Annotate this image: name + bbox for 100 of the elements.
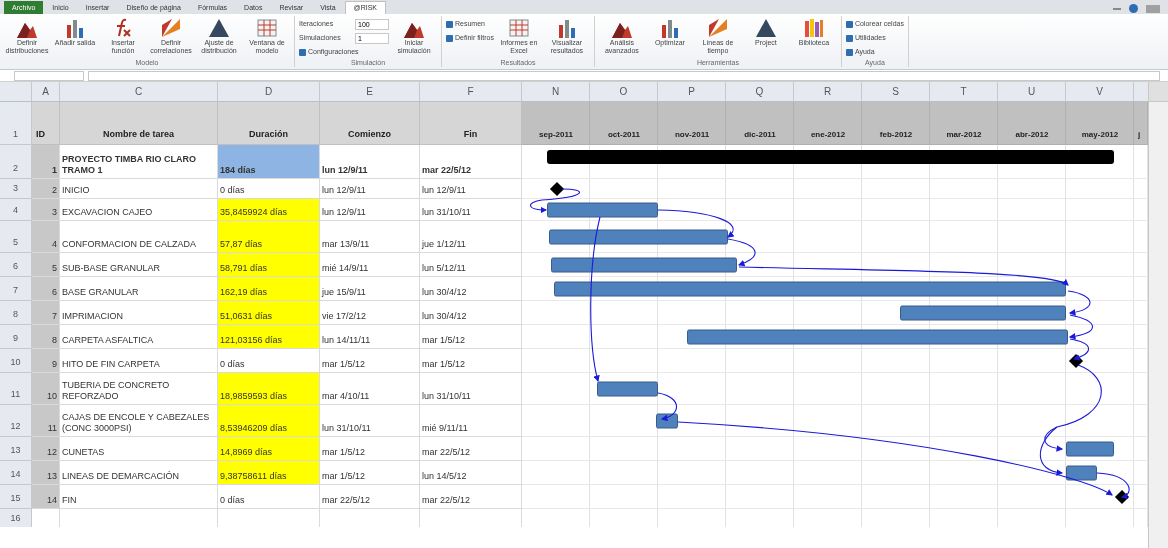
column-header[interactable]: T — [930, 82, 998, 101]
month-label: nov-2011 — [673, 129, 711, 141]
id-cell: 14 — [32, 485, 60, 509]
row-header[interactable]: 7 — [0, 277, 32, 301]
start-date-cell: vie 17/2/12 — [320, 301, 420, 325]
row-header[interactable]: 2 — [0, 145, 32, 179]
triangle-icon — [208, 17, 230, 39]
start-date-cell: lun 12/9/11 — [320, 199, 420, 221]
column-header[interactable]: C — [60, 82, 218, 101]
end-date-cell: mar 1/5/12 — [420, 325, 522, 349]
minimize-ribbon-icon[interactable] — [1113, 7, 1121, 10]
id-cell: 11 — [32, 405, 60, 437]
id-cell: 6 — [32, 277, 60, 301]
row-header[interactable]: 4 — [0, 199, 32, 221]
end-date-cell: mar 1/5/12 — [420, 349, 522, 373]
month-label: oct-2011 — [607, 129, 641, 141]
duration-cell: 57,87 días — [218, 221, 320, 253]
task-bar — [1066, 441, 1115, 456]
month-label: sep-2011 — [538, 129, 574, 141]
dependency-arrow — [1069, 338, 1090, 361]
header-cell: Comienzo — [320, 102, 420, 145]
id-cell: 3 — [32, 199, 60, 221]
column-header[interactable]: Q — [726, 82, 794, 101]
task-name-cell: INICIO — [60, 179, 218, 199]
end-date-cell: jue 1/12/11 — [420, 221, 522, 253]
id-cell: 2 — [32, 179, 60, 199]
header-cell: ID — [32, 102, 60, 145]
row-header[interactable]: 12 — [0, 405, 32, 437]
column-header[interactable]: R — [794, 82, 862, 101]
row-header[interactable]: 10 — [0, 349, 32, 373]
row-header[interactable]: 9 — [0, 325, 32, 349]
end-date-cell: lun 31/10/11 — [420, 199, 522, 221]
task-name-cell: FIN — [60, 485, 218, 509]
header-cell: Duración — [218, 102, 320, 145]
column-header[interactable]: F — [420, 82, 522, 101]
name-box[interactable] — [14, 70, 84, 81]
start-date-cell: mar 13/9/11 — [320, 221, 420, 253]
month-label: abr-2012 — [1014, 129, 1050, 141]
dependency-arrow — [529, 188, 581, 214]
row-header[interactable]: 15 — [0, 485, 32, 509]
end-date-cell: lun 31/10/11 — [420, 373, 522, 405]
month-label: may-2012 — [1080, 129, 1120, 141]
duration-cell: 0 días — [218, 485, 320, 509]
column-header[interactable]: V — [1066, 82, 1134, 101]
header-cell: Fin — [420, 102, 522, 145]
end-date-cell: lun 14/5/12 — [420, 461, 522, 485]
column-header[interactable]: N — [522, 82, 590, 101]
start-date-cell: lun 31/10/11 — [320, 405, 420, 437]
start-date-cell: mar 1/5/12 — [320, 461, 420, 485]
start-date-cell: mié 14/9/11 — [320, 253, 420, 277]
month-label: ene-2012 — [809, 129, 847, 141]
row-header[interactable]: 6 — [0, 253, 32, 277]
formula-bar-field[interactable] — [88, 70, 1160, 81]
id-cell: 7 — [32, 301, 60, 325]
vertical-scrollbar[interactable] — [1148, 82, 1168, 548]
end-date-cell: mié 9/11/11 — [420, 405, 522, 437]
row-header[interactable]: 5 — [0, 221, 32, 253]
row-header[interactable]: 3 — [0, 179, 32, 199]
duration-cell: 9,38758611 días — [218, 461, 320, 485]
duration-cell: 35,8459924 días — [218, 199, 320, 221]
table-icon — [256, 17, 278, 39]
scatter-chart-icon — [706, 17, 729, 39]
end-date-cell: lun 5/12/11 — [420, 253, 522, 277]
triangle-icon — [754, 17, 777, 39]
duration-cell: 8,53946209 días — [218, 405, 320, 437]
start-date-cell: jue 15/9/11 — [320, 277, 420, 301]
start-date-cell: mar 22/5/12 — [320, 485, 420, 509]
column-header[interactable]: P — [658, 82, 726, 101]
id-cell: 13 — [32, 461, 60, 485]
row-header[interactable]: 1 — [0, 102, 32, 145]
column-header[interactable]: S — [862, 82, 930, 101]
row-header[interactable]: 8 — [0, 301, 32, 325]
duration-cell: 58,791 días — [218, 253, 320, 277]
column-header[interactable]: D — [218, 82, 320, 101]
column-header[interactable]: U — [998, 82, 1066, 101]
help-icon[interactable] — [1129, 4, 1138, 13]
duration-cell: 121,03156 días — [218, 325, 320, 349]
header-cell: Nombre de tarea — [60, 102, 218, 145]
row-header[interactable]: 13 — [0, 437, 32, 461]
task-bar — [655, 413, 679, 428]
dependency-arrow — [1067, 290, 1091, 316]
column-header[interactable]: A — [32, 82, 60, 101]
start-date-cell: lun 14/11/11 — [320, 325, 420, 349]
window-control-icon[interactable] — [1146, 4, 1160, 13]
start-date-cell: mar 1/5/12 — [320, 349, 420, 373]
row-header[interactable]: 14 — [0, 461, 32, 485]
scatter-chart-icon — [160, 17, 182, 39]
row-header[interactable]: 16 — [0, 509, 32, 527]
duration-cell: 18,9859593 días — [218, 373, 320, 405]
column-header[interactable]: O — [590, 82, 658, 101]
row-header[interactable]: 11 — [0, 373, 32, 405]
column-header[interactable]: E — [320, 82, 420, 101]
bar-chart-icon — [64, 17, 86, 39]
id-cell: 9 — [32, 349, 60, 373]
start-date-cell: mar 1/5/12 — [320, 437, 420, 461]
id-cell: 12 — [32, 437, 60, 461]
dependency-arrow — [1068, 314, 1094, 340]
id-cell: 10 — [32, 373, 60, 405]
month-label: mar-2012 — [945, 129, 983, 141]
end-date-cell: lun 12/9/11 — [420, 179, 522, 199]
